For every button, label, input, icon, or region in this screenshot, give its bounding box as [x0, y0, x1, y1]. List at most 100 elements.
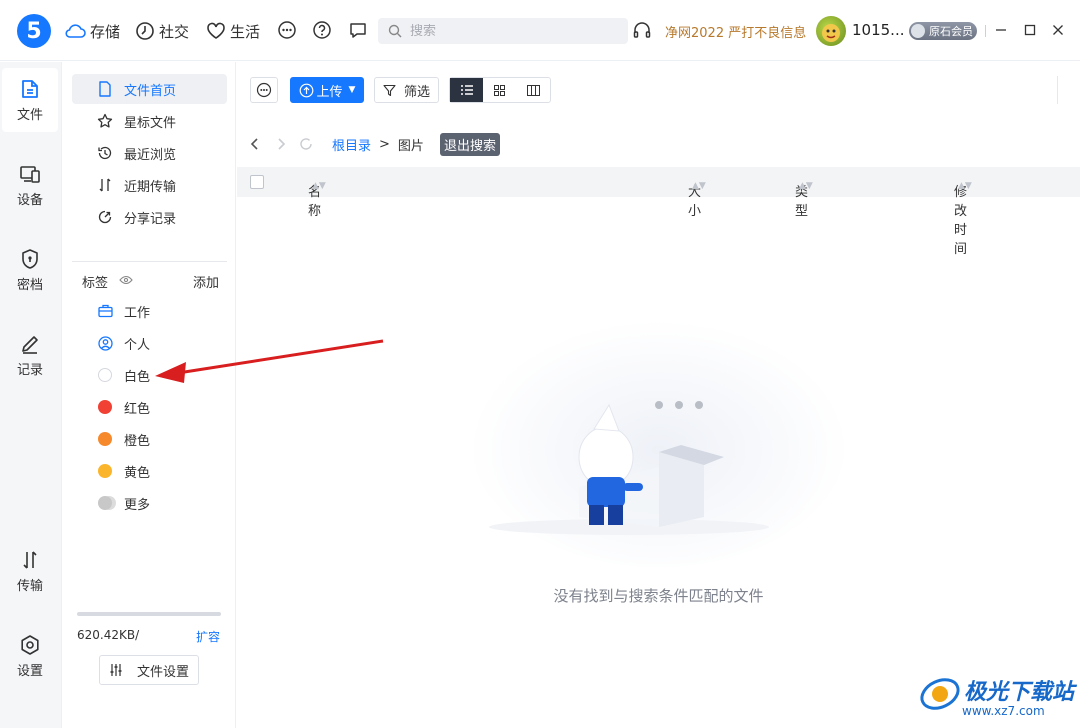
- star-icon: [96, 113, 114, 129]
- pen-icon: [22, 335, 38, 354]
- expand-storage-link[interactable]: 扩容: [196, 628, 220, 645]
- side-item-home[interactable]: 文件首页: [72, 74, 227, 104]
- table-header: 名称 ▲▼ 大小 ▲▼ 类型 ▲▼ 修改时间 ▲▼: [237, 167, 1080, 257]
- tags-add-button[interactable]: 添加: [193, 272, 219, 291]
- username[interactable]: 1015...: [852, 21, 904, 39]
- breadcrumb-root[interactable]: 根目录: [332, 135, 371, 154]
- more-options-button[interactable]: [250, 77, 278, 103]
- list-view-button[interactable]: [450, 78, 484, 102]
- eye-icon[interactable]: [119, 274, 133, 286]
- side-item-starred[interactable]: 星标文件: [72, 106, 227, 136]
- tag-item-white[interactable]: 白色: [72, 360, 227, 390]
- rail-item-devices[interactable]: 设备: [2, 153, 58, 217]
- more-icon[interactable]: [276, 19, 298, 41]
- side-home-label: 文件首页: [124, 83, 177, 99]
- upload-label: 上传: [316, 84, 343, 100]
- watermark-logo: [920, 678, 960, 710]
- divider: [72, 261, 227, 262]
- nav-storage[interactable]: 存储: [64, 18, 120, 44]
- transfer-icon: [23, 550, 37, 569]
- rail-item-transfer[interactable]: 传输: [2, 539, 58, 603]
- heart-icon: [207, 22, 225, 39]
- maximize-icon[interactable]: [1021, 21, 1039, 39]
- tag-red-label: 红色: [124, 401, 151, 417]
- nav-life[interactable]: 生活: [206, 18, 260, 44]
- promo-banner[interactable]: 净网2022 严打不良信息: [665, 22, 806, 41]
- tag-work-label: 工作: [124, 305, 151, 321]
- share-icon: [96, 209, 114, 225]
- filter-button[interactable]: 筛选: [374, 77, 439, 103]
- tags-title: 标签: [82, 276, 109, 291]
- headphones-icon[interactable]: [631, 19, 653, 41]
- column-modified-label: 修改时间: [954, 185, 968, 257]
- rail-item-files[interactable]: 文件: [2, 68, 58, 132]
- sliders-icon: [110, 664, 122, 676]
- upload-button[interactable]: 上传 ▼: [290, 77, 364, 103]
- tag-item-orange[interactable]: 橙色: [72, 424, 227, 454]
- filter-icon: [383, 84, 396, 96]
- side-transfers-label: 近期传输: [124, 179, 177, 195]
- tag-white-label: 白色: [124, 369, 151, 385]
- file-settings-button[interactable]: 文件设置: [99, 655, 199, 685]
- nav-social[interactable]: 社交: [135, 18, 189, 44]
- left-rail: 文件 设备 密档 记录 传输 设置: [0, 62, 62, 728]
- exit-search-button[interactable]: 退出搜索: [439, 132, 500, 156]
- nav-social-label: 社交: [159, 22, 190, 41]
- file-icon: [22, 79, 38, 98]
- tag-item-yellow[interactable]: 黄色: [72, 456, 227, 486]
- search-icon: [388, 24, 402, 38]
- refresh-icon[interactable]: [299, 137, 313, 151]
- tag-more-label: 更多: [124, 497, 151, 513]
- select-all-checkbox[interactable]: [250, 175, 264, 189]
- breadcrumb-separator: >: [379, 136, 390, 152]
- member-badge[interactable]: 原石会员: [909, 22, 977, 40]
- divider: [1057, 76, 1058, 104]
- column-view-button[interactable]: [517, 78, 550, 102]
- rail-transfer-label: 传输: [16, 578, 43, 594]
- upload-icon: [299, 83, 313, 97]
- view-switcher: [449, 77, 551, 103]
- tag-item-work[interactable]: 工作: [72, 296, 227, 326]
- avatar[interactable]: [816, 16, 846, 46]
- help-icon[interactable]: [311, 19, 333, 41]
- rail-item-settings[interactable]: 设置: [2, 624, 58, 688]
- message-icon[interactable]: [347, 19, 369, 41]
- main-content: 上传 ▼ 筛选 根目录 > 图片 退出搜索 名称 ▲▼ 大小 ▲▼ 类型 ▲▼ 修改时…: [237, 62, 1080, 728]
- sort-icon: ▲▼: [799, 181, 813, 191]
- minimize-icon[interactable]: [992, 21, 1010, 39]
- history-icon: [96, 145, 114, 161]
- rail-notes-label: 记录: [16, 362, 43, 378]
- shield-icon: [22, 248, 38, 269]
- white-dot: [98, 368, 112, 382]
- app-logo[interactable]: 5: [17, 14, 51, 48]
- gear-icon: [21, 634, 39, 655]
- tag-yellow-label: 黄色: [124, 465, 151, 481]
- title-bar: 5 存储 社交 生活 净网2022 严打不良信息 1015... 原石会员: [0, 0, 1080, 61]
- side-item-shares[interactable]: 分享记录: [72, 202, 227, 232]
- forward-icon[interactable]: [275, 137, 287, 151]
- grid-view-button[interactable]: [483, 78, 516, 102]
- tag-item-personal[interactable]: 个人: [72, 328, 227, 358]
- tag-item-red[interactable]: 红色: [72, 392, 227, 422]
- close-icon[interactable]: [1049, 21, 1067, 39]
- sort-icon: ▲▼: [958, 181, 972, 191]
- empty-state-illustration: [469, 317, 849, 567]
- more-dots: [98, 496, 112, 510]
- rail-item-vault[interactable]: 密档: [2, 238, 58, 302]
- filter-label: 筛选: [403, 84, 430, 100]
- sort-icon: ▲▼: [312, 181, 326, 191]
- rail-item-notes[interactable]: 记录: [2, 323, 58, 387]
- side-item-recent[interactable]: 最近浏览: [72, 138, 227, 168]
- file-settings-label: 文件设置: [136, 664, 189, 680]
- rail-vault-label: 密档: [16, 277, 43, 293]
- sort-icon: ▲▼: [692, 181, 706, 191]
- search-input[interactable]: [410, 23, 610, 39]
- side-item-transfers[interactable]: 近期传输: [72, 170, 227, 200]
- tag-item-more[interactable]: 更多: [72, 488, 227, 518]
- breadcrumb: 根目录 > 图片 退出搜索: [249, 132, 500, 156]
- back-icon[interactable]: [249, 137, 261, 151]
- search-box[interactable]: [378, 18, 628, 44]
- clock-icon: [136, 22, 154, 40]
- device-icon: [20, 165, 40, 183]
- rail-files-label: 文件: [16, 107, 43, 123]
